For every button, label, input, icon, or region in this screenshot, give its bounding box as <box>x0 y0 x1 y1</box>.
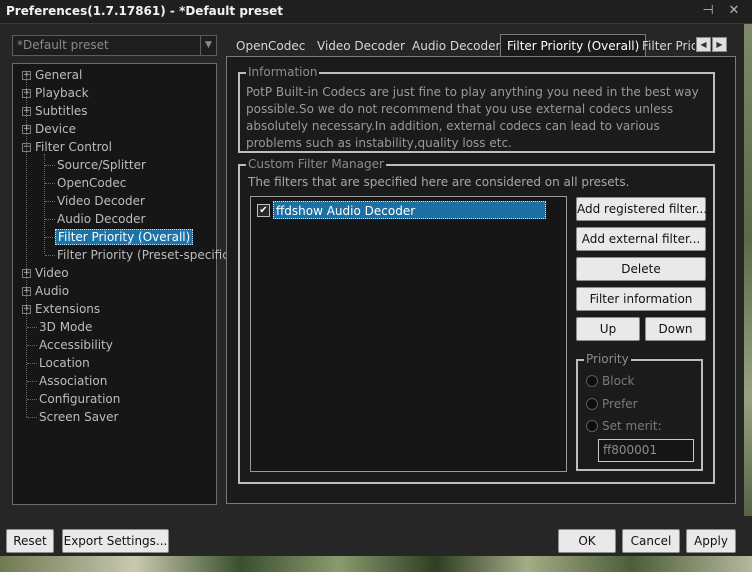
custom-filter-manager-legend: Custom Filter Manager <box>246 157 386 171</box>
settings-tree[interactable]: + General + Playback + Subtitles + Device − F… <box>12 63 234 505</box>
expand-icon[interactable]: + <box>22 71 31 80</box>
tree-item-extensions[interactable]: + Extensions <box>22 300 100 318</box>
filter-list[interactable]: ✔ ffdshow Audio Decoder <box>250 196 567 472</box>
tab-audio-decoder[interactable]: Audio Decoder <box>412 36 500 56</box>
tree-item-location[interactable]: Location <box>39 354 90 372</box>
background-strip-right <box>744 24 752 556</box>
chevron-down-icon[interactable]: ▼ <box>200 36 216 55</box>
preset-select-value: *Default preset <box>17 38 109 52</box>
information-text: PotP Built-in Codecs are just fine to pl… <box>246 85 699 150</box>
tree-connector <box>45 165 55 166</box>
filter-checkbox[interactable]: ✔ <box>257 203 270 217</box>
expand-icon[interactable]: + <box>22 269 31 278</box>
add-external-filter-button[interactable]: Add external filter... <box>576 227 706 251</box>
tree-item-opencodec[interactable]: OpenCodec <box>57 174 126 192</box>
tree-connector <box>27 417 37 418</box>
tab-scroll-left-icon[interactable]: ◀ <box>696 37 711 52</box>
close-icon[interactable]: ✕ <box>726 3 742 19</box>
tree-connector <box>45 201 55 202</box>
priority-set-merit-label: Set merit: <box>602 419 662 433</box>
apply-button[interactable]: Apply <box>686 529 736 553</box>
background-strip-bottom <box>0 556 752 572</box>
tree-connector <box>45 219 55 220</box>
expand-icon[interactable]: + <box>22 287 31 296</box>
tab-filter-priority-preset[interactable]: Filter Prio <box>642 36 695 56</box>
list-item[interactable]: ✔ ffdshow Audio Decoder <box>257 201 546 219</box>
filter-information-button[interactable]: Filter information <box>576 287 706 311</box>
tree-connector <box>45 183 55 184</box>
export-settings-button[interactable]: Export Settings... <box>62 529 169 553</box>
tree-item-configuration[interactable]: Configuration <box>39 390 120 408</box>
tree-item-video-decoder[interactable]: Video Decoder <box>57 192 145 210</box>
expand-icon[interactable]: + <box>22 305 31 314</box>
priority-prefer-option[interactable]: Prefer <box>586 395 638 413</box>
tab-bar: OpenCodec Video Decoder Audio Decoder Fi… <box>226 34 736 57</box>
tab-video-decoder[interactable]: Video Decoder <box>317 36 405 56</box>
tree-item-video[interactable]: + Video <box>22 264 69 282</box>
tree-item-filter-priority-overall[interactable]: Filter Priority (Overall) <box>55 228 194 246</box>
down-button[interactable]: Down <box>645 317 706 341</box>
tree-item-3d-mode[interactable]: 3D Mode <box>39 318 92 336</box>
tree-item-accessibility[interactable]: Accessibility <box>39 336 113 354</box>
radio-button[interactable] <box>586 398 598 410</box>
priority-legend: Priority <box>584 352 631 366</box>
custom-filter-manager-description: The filters that are specified here are … <box>248 175 630 189</box>
tree-item-association[interactable]: Association <box>39 372 107 390</box>
tree-item-filter-control[interactable]: − Filter Control <box>22 138 112 156</box>
tree-connector <box>27 381 37 382</box>
cancel-button[interactable]: Cancel <box>622 529 680 553</box>
expand-icon[interactable]: + <box>22 125 31 134</box>
tree-connector <box>44 154 45 254</box>
expand-icon[interactable]: + <box>22 107 31 116</box>
filter-name[interactable]: ffdshow Audio Decoder <box>273 201 546 219</box>
information-legend: Information <box>246 65 320 79</box>
tree-item-screen-saver[interactable]: Screen Saver <box>39 408 118 426</box>
tree-connector <box>27 327 37 328</box>
priority-block-option[interactable]: Block <box>586 372 634 390</box>
window-title: Preferences(1.7.17861) - *Default preset <box>6 4 284 18</box>
ok-button[interactable]: OK <box>558 529 616 553</box>
merit-field[interactable]: ff800001 <box>598 439 694 462</box>
priority-prefer-label: Prefer <box>602 397 638 411</box>
tree-connector <box>45 237 55 238</box>
tree-item-audio-decoder[interactable]: Audio Decoder <box>57 210 145 228</box>
bottom-bar: Reset Export Settings... OK Cancel Apply <box>0 516 752 556</box>
tree-item-playback[interactable]: + Playback <box>22 84 89 102</box>
tree-connector <box>27 345 37 346</box>
add-registered-filter-button[interactable]: Add registered filter... <box>576 197 707 221</box>
collapse-icon[interactable]: − <box>22 143 31 152</box>
tab-opencodec[interactable]: OpenCodec <box>236 36 305 56</box>
tree-connector <box>45 255 55 256</box>
expand-icon[interactable]: + <box>22 89 31 98</box>
tab-filter-priority-overall[interactable]: Filter Priority (Overall) <box>500 34 647 57</box>
tree-connector <box>27 399 37 400</box>
priority-block-label: Block <box>602 374 635 388</box>
tree-item-audio[interactable]: + Audio <box>22 282 69 300</box>
reset-button[interactable]: Reset <box>6 529 54 553</box>
up-button[interactable]: Up <box>576 317 640 341</box>
tree-item-device[interactable]: + Device <box>22 120 76 138</box>
tree-item-filter-priority-preset[interactable]: Filter Priority (Preset-specific) <box>57 246 234 264</box>
title-bar: Preferences(1.7.17861) - *Default preset… <box>0 0 752 24</box>
pin-icon[interactable]: ⊣ <box>700 3 716 19</box>
preset-select[interactable]: *Default preset ▼ <box>12 35 217 56</box>
tree-connector <box>27 363 37 364</box>
priority-set-merit-option[interactable]: Set merit: <box>586 417 662 435</box>
radio-button[interactable] <box>586 375 598 387</box>
tab-scroll-right-icon[interactable]: ▶ <box>712 37 727 52</box>
tree-item-subtitles[interactable]: + Subtitles <box>22 102 88 120</box>
delete-button[interactable]: Delete <box>576 257 706 281</box>
radio-button[interactable] <box>586 420 598 432</box>
tree-item-general[interactable]: + General <box>22 66 82 84</box>
tree-item-source-splitter[interactable]: Source/Splitter <box>57 156 146 174</box>
